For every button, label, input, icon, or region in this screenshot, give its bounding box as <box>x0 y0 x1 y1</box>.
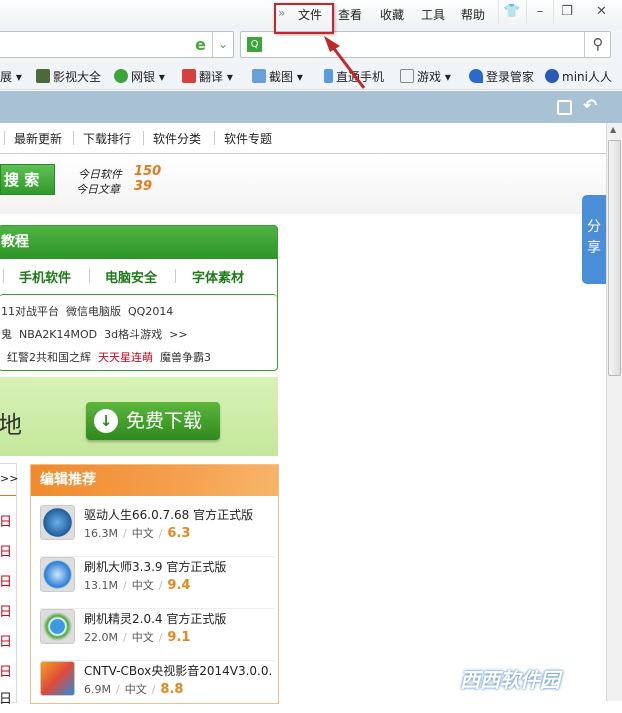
annotation-arrow <box>324 36 366 89</box>
watermark-logo: 西西软件园 <box>460 668 560 692</box>
